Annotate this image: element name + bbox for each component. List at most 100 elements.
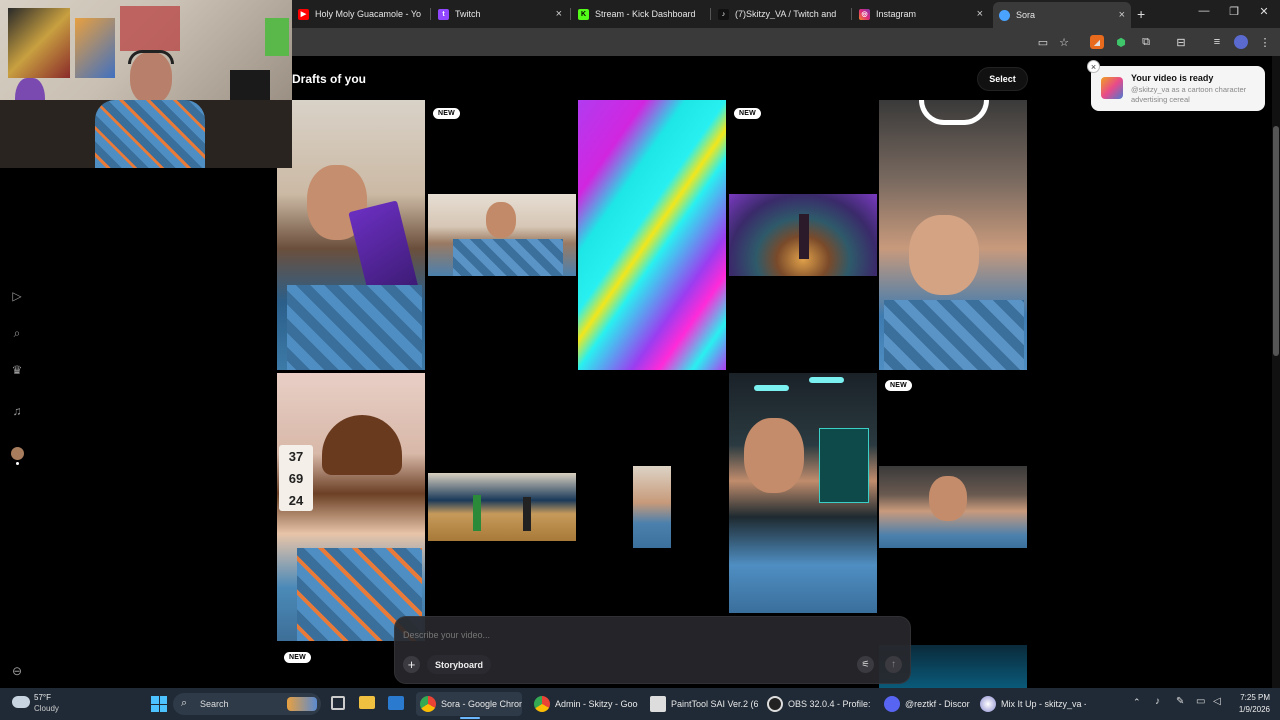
draft-video-thumbnail[interactable] [879,100,1027,370]
draft-video-thumbnail[interactable] [428,473,576,541]
restore-icon[interactable]: ❐ [1220,5,1248,18]
hawaiian-shirt-shape [287,285,422,370]
photos-app-icon[interactable] [388,696,404,710]
draft-video-thumbnail[interactable] [729,194,877,276]
player-shape [523,497,531,531]
clock-time[interactable]: 7:25 PM [1230,693,1270,702]
menu-kebab-icon[interactable]: ⋮ [1258,35,1272,49]
taskbar-item-label: OBS 32.0.4 - Profile: Str [788,699,873,709]
face-shape [744,418,804,493]
volume-icon[interactable]: ◁ [1213,696,1221,707]
taskbar-search-box[interactable]: ⌕ Search [173,693,321,715]
tab-kick[interactable]: K Stream - Kick Dashboard [572,4,708,24]
minimize-icon[interactable]: — [1190,5,1218,17]
close-icon[interactable]: × [1119,9,1125,21]
new-badge: NEW [885,380,912,391]
youtube-icon: ▶ [298,8,309,20]
discord-icon [884,696,900,712]
profile-avatar-icon[interactable] [1234,35,1248,49]
network-icon[interactable]: ▭ [1196,696,1205,707]
active-indicator-dot [16,462,19,465]
player-shape [473,495,481,531]
sora-icon [999,9,1010,21]
toast-close-icon[interactable]: × [1087,60,1100,73]
shield-extension-icon[interactable]: ⬢ [1114,35,1128,49]
anime-hair-shape [322,415,402,475]
draft-video-thumbnail[interactable] [277,100,425,370]
figure-shape [265,18,289,56]
add-media-button[interactable]: + [403,656,420,673]
bell-icon[interactable]: ♫ [9,403,25,419]
chrome-icon [534,696,550,712]
taskbar-item-label: Admin - Skitzy - Googl [555,699,638,709]
close-icon[interactable]: × [977,8,983,20]
tab-youtube[interactable]: ▶ Holy Moly Guacamole - Yo [292,4,428,24]
window-close-icon[interactable]: ✕ [1250,5,1278,18]
tray-overflow-icon[interactable]: ⌃ [1133,697,1141,708]
bookmark-star-icon[interactable]: ☆ [1057,35,1071,49]
new-badge: NEW [734,108,761,119]
file-explorer-icon[interactable] [359,696,375,709]
new-badge: NEW [433,108,460,119]
scrollbar[interactable] [1272,56,1280,688]
tiktok-icon: ♪ [718,8,729,20]
settings-sliders-icon[interactable]: ⚟ [857,656,874,673]
card-number: 37 [288,448,304,464]
tab-separator [710,8,711,20]
face-shape [929,476,967,521]
draft-video-thumbnail[interactable]: 37 69 24 [277,373,425,641]
tab-tiktok[interactable]: ♪ (7)Skitzy_VA / Twitch and [712,4,848,24]
cast-icon[interactable]: ▭ [1036,35,1050,49]
active-app-indicator [460,717,480,719]
toy-shelf-shape [120,6,180,51]
draft-video-thumbnail[interactable] [578,100,726,370]
tab-search-icon[interactable]: ⊟ [1174,35,1188,49]
tab-sora[interactable]: Sora × [993,2,1131,28]
reading-list-icon[interactable]: ≡ [1210,35,1224,49]
draft-video-thumbnail[interactable] [879,466,1027,548]
settings-circle-icon[interactable]: ⊖ [9,663,25,679]
select-button[interactable]: Select [977,67,1028,91]
taskbar-mixitup[interactable]: Mix It Up - skitzy_va - v [976,692,1086,716]
task-view-icon[interactable] [331,696,345,710]
draft-video-thumbnail[interactable] [729,373,877,613]
hawaiian-shirt-shape [95,100,205,168]
tab-twitch[interactable]: t Twitch × [432,4,568,24]
taskbar-obs[interactable]: OBS 32.0.4 - Profile: Str [763,692,873,716]
face-shape [486,202,516,238]
draft-video-thumbnail[interactable] [428,194,576,276]
scrollbar-thumb[interactable] [1273,126,1279,356]
tab-instagram[interactable]: ◎ Instagram × [853,4,989,24]
taskbar-item-label: Mix It Up - skitzy_va - v [1001,699,1086,709]
video-nav-icon[interactable]: ▷ [9,288,25,304]
prompt-input[interactable] [403,627,823,643]
new-tab-button[interactable]: + [1137,6,1145,22]
microphone-icon[interactable]: ♪ [1155,696,1160,707]
submit-arrow-icon[interactable]: ↑ [885,656,902,673]
ceiling-light-shape [754,385,789,391]
storyboard-button[interactable]: Storyboard [427,655,491,674]
close-icon[interactable]: × [556,8,562,20]
draft-video-thumbnail[interactable] [633,466,671,548]
search-icon[interactable]: ⌕ [9,325,25,341]
profile-avatar[interactable] [9,445,25,461]
taskbar-discord[interactable]: @reztkf - Discord [880,692,970,716]
card-number: 69 [288,470,304,486]
rss-extension-icon[interactable]: ◢ [1090,35,1104,49]
taskbar-chrome-sora[interactable]: Sora - Google Chrome [416,692,522,716]
cloud-icon [12,696,30,708]
pen-icon[interactable]: ✎ [1176,696,1184,707]
clock-date[interactable]: 1/9/2026 [1226,705,1270,714]
card-number: 24 [288,492,304,508]
obs-icon [767,696,783,712]
poster-shape [75,18,115,78]
windows-start-icon[interactable] [151,696,167,712]
taskbar-chrome-admin[interactable]: Admin - Skitzy - Googl [530,692,638,716]
hawaiian-shirt-shape [884,300,1024,370]
video-ready-toast[interactable]: Your video is ready @skitzy_va as a cart… [1091,66,1265,111]
tab-separator [570,8,571,20]
taskbar-painttool[interactable]: PaintTool SAI Ver.2 (64l [646,692,758,716]
extensions-puzzle-icon[interactable]: ⧉ [1139,35,1153,49]
windows-taskbar: 57°F Cloudy ⌕ Search Sora - Google Chrom… [0,688,1280,720]
trophy-icon[interactable]: ♛ [9,362,25,378]
